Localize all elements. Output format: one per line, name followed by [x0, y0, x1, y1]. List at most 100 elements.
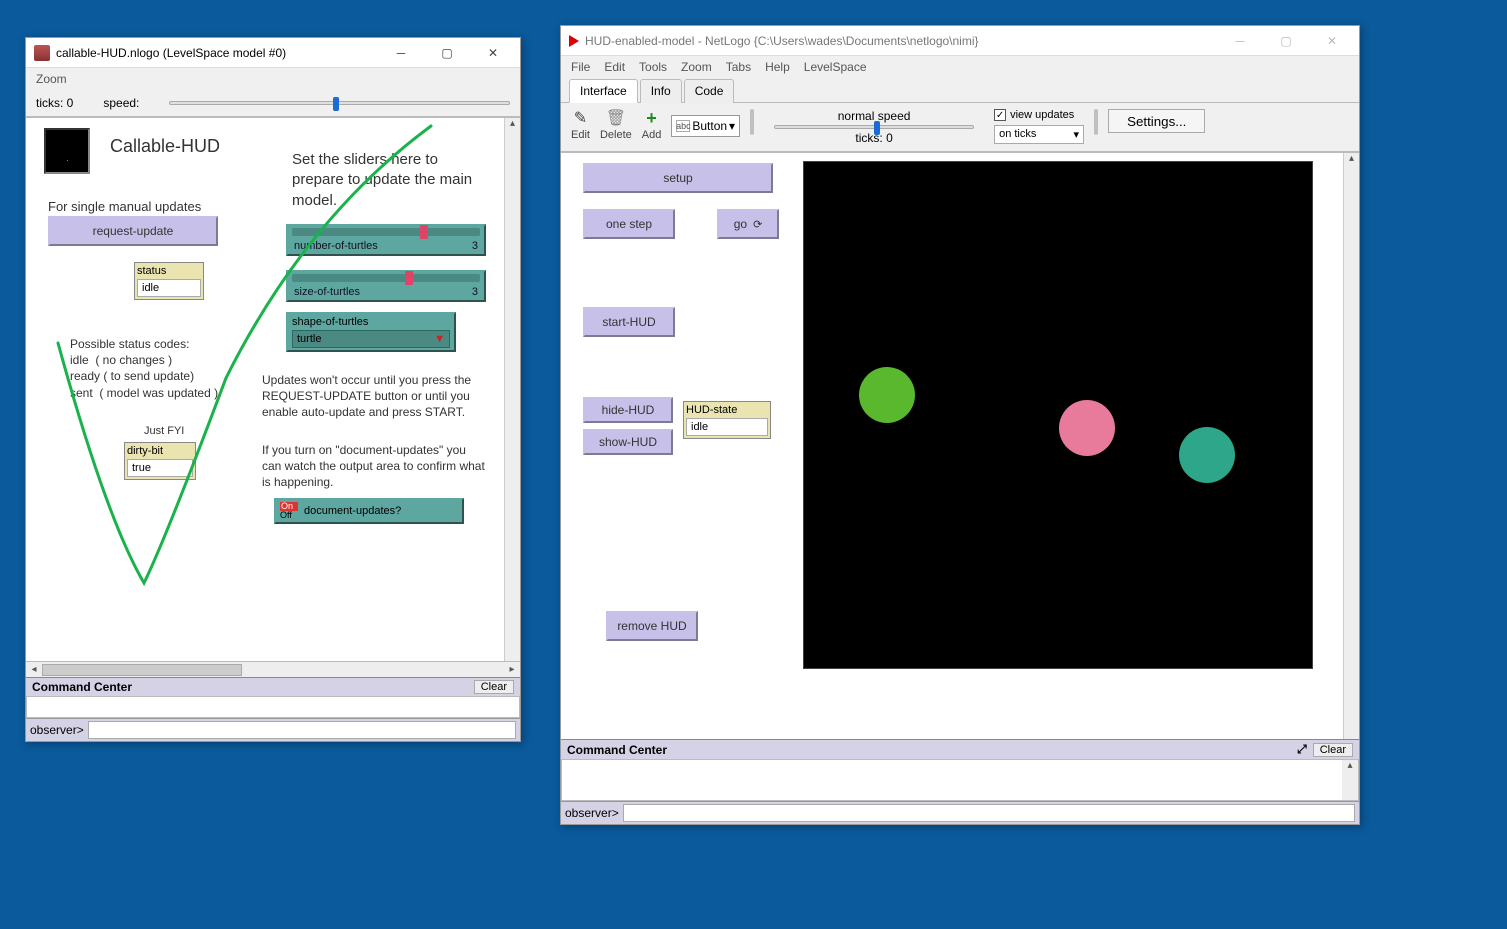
doc-updates-note: If you turn on "document-updates" you ca…: [262, 442, 488, 491]
remove-hud-button[interactable]: remove HUD: [606, 611, 698, 641]
tab-bar: Interface Info Code: [561, 78, 1359, 103]
titlebar-left: callable-HUD.nlogo (LevelSpace model #0)…: [26, 38, 520, 68]
start-hud-button[interactable]: start-HUD: [583, 307, 675, 337]
speed-control: normal speed ticks: 0: [764, 109, 984, 145]
menu-tabs[interactable]: Tabs: [726, 60, 751, 74]
pencil-icon: ✎: [571, 109, 589, 127]
set-sliders-text: Set the sliders here to prepare to updat…: [292, 150, 492, 211]
tool-delete[interactable]: 🗑 Delete: [600, 109, 632, 141]
left-vertical-scrollbar[interactable]: ▴: [504, 118, 520, 661]
right-observer-field[interactable]: [623, 804, 1355, 822]
checkbox-icon: ✓: [994, 109, 1006, 121]
window-title: HUD-enabled-model - NetLogo {C:\Users\wa…: [585, 34, 979, 48]
speed-slider[interactable]: [169, 101, 510, 105]
settings-button[interactable]: Settings...: [1108, 109, 1205, 133]
titlebar-right: HUD-enabled-model - NetLogo {C:\Users\wa…: [561, 26, 1359, 56]
menu-file[interactable]: File: [571, 60, 590, 74]
separator: [750, 109, 754, 135]
left-window: callable-HUD.nlogo (LevelSpace model #0)…: [25, 37, 521, 742]
show-hud-button[interactable]: show-HUD: [583, 429, 673, 455]
right-clear-button[interactable]: Clear: [1313, 743, 1353, 757]
maximize-icon[interactable]: ▢: [424, 38, 470, 68]
just-fyi: Just FYI: [144, 424, 184, 439]
close-icon[interactable]: ✕: [1309, 26, 1355, 56]
right-window: HUD-enabled-model - NetLogo {C:\Users\wa…: [560, 25, 1360, 825]
separator: [1094, 109, 1098, 135]
go-button[interactable]: go⟳: [717, 209, 779, 239]
menu-edit[interactable]: Edit: [604, 60, 625, 74]
turtle: [1059, 400, 1115, 456]
world-view[interactable]: [803, 161, 1313, 669]
window-controls: ─ ▢ ✕: [1217, 26, 1355, 56]
tab-info[interactable]: Info: [640, 79, 682, 103]
right-interface: setup one step go⟳ start-HUD hide-HUD sh…: [561, 152, 1359, 739]
right-toolbar: ✎ Edit 🗑 Delete + Add abc Button ▾ norma…: [561, 103, 1359, 152]
mini-view[interactable]: ·: [44, 128, 90, 174]
output-scrollbar[interactable]: ▴: [1342, 760, 1358, 800]
app-icon: [34, 45, 50, 61]
request-update-button[interactable]: request-update: [48, 216, 218, 246]
tab-interface[interactable]: Interface: [569, 79, 638, 103]
manual-hint: For single manual updates: [48, 198, 201, 216]
left-clear-button[interactable]: Clear: [474, 680, 514, 694]
left-interface: · Callable-HUD For single manual updates…: [26, 117, 520, 661]
status-monitor: status idle: [134, 262, 204, 300]
speed-slider[interactable]: [774, 125, 974, 129]
left-command-input: observer>: [26, 718, 520, 741]
observer-label: observer>: [30, 723, 84, 737]
tool-edit[interactable]: ✎ Edit: [571, 109, 590, 141]
maximize-icon[interactable]: ▢: [1263, 26, 1309, 56]
dirty-bit-value: true: [127, 459, 193, 477]
status-monitor-label: status: [137, 265, 201, 277]
turtle: [859, 367, 915, 423]
left-menubar: Zoom: [26, 68, 520, 90]
setup-button[interactable]: setup: [583, 163, 773, 193]
window-title: callable-HUD.nlogo (LevelSpace model #0): [56, 46, 286, 60]
trash-icon: 🗑: [607, 109, 625, 127]
right-menubar: File Edit Tools Zoom Tabs Help LevelSpac…: [561, 56, 1359, 78]
netlogo-icon: [569, 35, 579, 47]
hide-hud-button[interactable]: hide-HUD: [583, 397, 673, 423]
minimize-icon[interactable]: ─: [1217, 26, 1263, 56]
right-command-center-header: Command Center ⤢ Clear: [561, 739, 1359, 759]
dirty-bit-monitor: dirty-bit true: [124, 442, 196, 480]
size-of-turtles-slider[interactable]: size-of-turtles3: [286, 270, 486, 302]
chevron-down-icon: ▾: [729, 119, 735, 133]
menu-levelspace[interactable]: LevelSpace: [804, 60, 867, 74]
tab-code[interactable]: Code: [684, 79, 735, 103]
left-horizontal-scrollbar[interactable]: ◂ ▸: [26, 661, 520, 677]
hud-state-value: idle: [686, 418, 768, 436]
minimize-icon[interactable]: ─: [378, 38, 424, 68]
view-updates-checkbox[interactable]: ✓ view updates: [994, 109, 1084, 121]
tool-add[interactable]: + Add: [642, 109, 662, 141]
speed-label: speed:: [103, 96, 139, 110]
number-of-turtles-slider[interactable]: number-of-turtles3: [286, 224, 486, 256]
button-type-icon: abc: [676, 120, 690, 132]
menu-zoom[interactable]: Zoom: [36, 72, 67, 86]
hud-state-monitor: HUD-state idle: [683, 401, 771, 439]
expand-icon[interactable]: ⤢: [1297, 742, 1307, 757]
updates-note: Updates won't occur until you press the …: [262, 372, 488, 421]
menu-help[interactable]: Help: [765, 60, 790, 74]
left-speed-bar: ticks: 0 speed:: [26, 90, 520, 117]
right-vertical-scrollbar[interactable]: ▴: [1343, 153, 1359, 739]
dirty-bit-label: dirty-bit: [127, 445, 193, 457]
update-mode-dropdown[interactable]: on ticks▾: [994, 125, 1084, 144]
observer-label: observer>: [565, 806, 619, 820]
document-updates-switch[interactable]: On Off document-updates?: [274, 498, 464, 524]
menu-zoom[interactable]: Zoom: [681, 60, 712, 74]
hud-state-label: HUD-state: [686, 404, 768, 416]
right-command-input: observer>: [561, 801, 1359, 824]
widget-type-selector[interactable]: abc Button ▾: [671, 115, 740, 137]
turtle: [1179, 427, 1235, 483]
close-icon[interactable]: ✕: [470, 38, 516, 68]
view-updates-block: ✓ view updates on ticks▾: [994, 109, 1084, 144]
menu-tools[interactable]: Tools: [639, 60, 667, 74]
left-observer-field[interactable]: [88, 721, 516, 739]
heading: Callable-HUD: [110, 134, 220, 158]
plus-icon: +: [643, 109, 661, 127]
left-command-output: [26, 696, 520, 718]
status-monitor-value: idle: [137, 279, 201, 297]
one-step-button[interactable]: one step: [583, 209, 675, 239]
shape-of-turtles-chooser[interactable]: shape-of-turtles turtle▼: [286, 312, 456, 352]
